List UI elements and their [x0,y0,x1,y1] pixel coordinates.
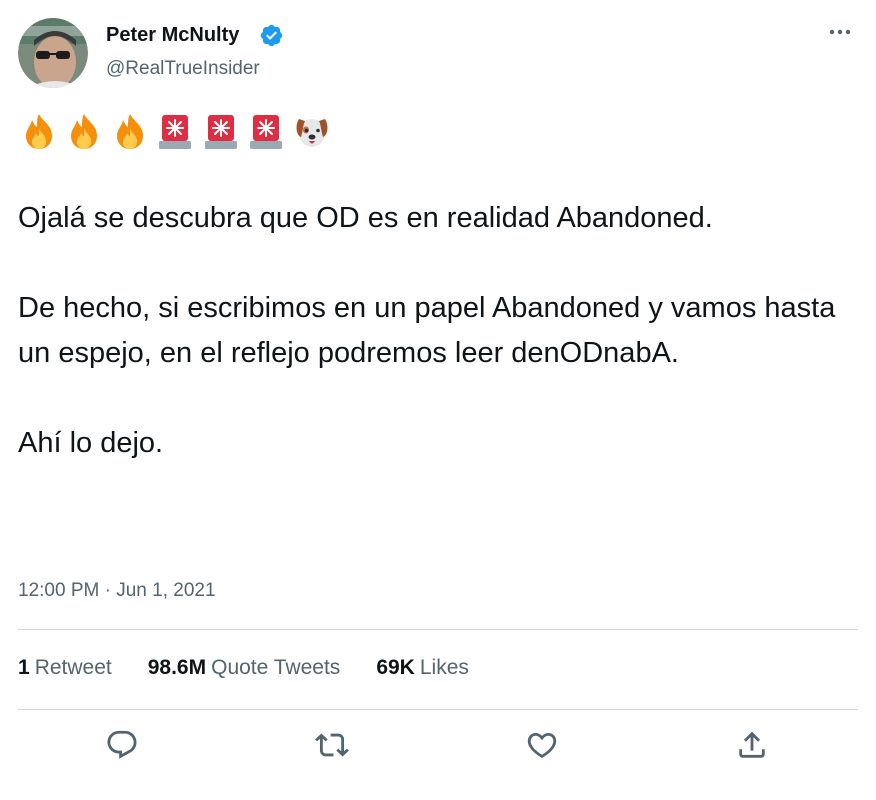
fire-emoji-icon [107,108,153,154]
police-light-emoji-icon [153,108,199,154]
likes-label: Likes [419,656,469,679]
tweet-paragraph: Ahí lo dejo. [18,427,164,459]
share-button[interactable] [735,728,769,762]
quote-tweets-label: Quote Tweets [211,656,341,679]
retweets-stat[interactable]: 1 Retweet [18,656,112,680]
tweet-card: Peter McNulty @RealTrueInsider Ojalá se … [0,0,876,800]
tweet-paragraph: De hecho, si escribimos en un papel Aban… [18,292,836,369]
share-icon [739,731,765,758]
more-horizontal-icon [829,29,851,35]
police-light-emoji-icon [244,108,290,154]
retweet-icon [315,733,349,757]
quote-tweets-stat[interactable]: 98.6M Quote Tweets [148,656,341,680]
fire-emoji-icon [62,108,108,154]
user-handle[interactable]: @RealTrueInsider [106,58,260,80]
tweet-stats: 1 Retweet 98.6M Quote Tweets 69K Likes [18,656,469,680]
reply-button[interactable] [105,728,139,762]
emoji-row [16,108,335,154]
quote-tweets-count: 98.6M [147,656,207,679]
verified-badge-icon [259,23,284,48]
retweets-label: Retweet [34,656,112,679]
reply-icon [107,730,137,759]
more-options-button[interactable] [822,18,858,46]
retweet-button[interactable] [315,728,349,762]
dog-face-emoji-icon [289,108,335,154]
likes-count: 69K [376,656,415,679]
likes-stat[interactable]: 69K Likes [376,656,469,680]
like-icon [527,732,557,758]
divider [18,709,858,710]
display-name[interactable]: Peter McNulty [106,24,239,47]
divider [18,629,858,630]
tweet-text: Ojalá se descubra que OD es en realidad … [18,196,848,466]
retweets-count: 1 [18,656,30,679]
like-button[interactable] [525,728,559,762]
police-light-emoji-icon [198,108,244,154]
tweet-timestamp[interactable]: 12:00 PM · Jun 1, 2021 [18,580,216,602]
tweet-paragraph: Ojalá se descubra que OD es en realidad … [18,202,713,234]
fire-emoji-icon [16,108,62,154]
avatar[interactable] [18,18,88,88]
